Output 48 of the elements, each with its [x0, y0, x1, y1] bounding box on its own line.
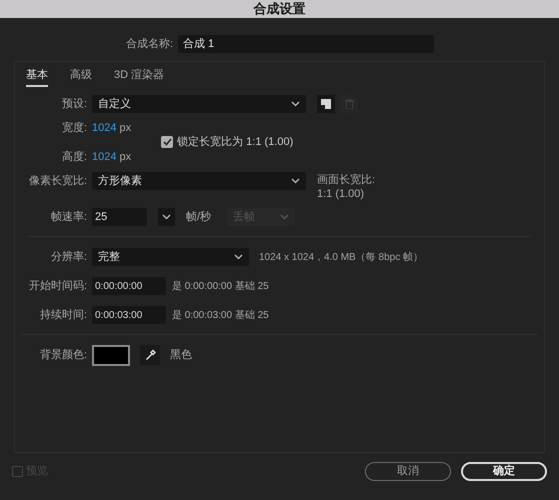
unit-label: px	[119, 150, 132, 165]
field-label: 分辨率:	[50, 250, 87, 265]
save-preset-button[interactable]	[317, 95, 335, 113]
settings-tab[interactable]: 3D 渲染器	[114, 67, 164, 87]
settings-tab[interactable]: 高级	[70, 67, 92, 87]
field-label: 像素长宽比:	[28, 174, 87, 189]
cancel-button[interactable]: 取消	[365, 462, 451, 481]
timecode-info: 是 0:00:03:00 基础 25	[172, 308, 269, 322]
trash-icon	[344, 99, 354, 109]
start-timecode-field[interactable]: 0:00:00:00	[92, 277, 166, 295]
duration-field[interactable]: 0:00:03:00	[92, 306, 166, 324]
chevron-down-icon	[162, 214, 171, 220]
field-label: 持续时间:	[38, 308, 87, 323]
chevron-down-icon	[234, 254, 243, 260]
resolution-info: 1024 x 1024，4.0 MB（每 8bpc 帧）	[259, 250, 423, 264]
resolution-dropdown[interactable]: 完整	[92, 248, 249, 266]
window-title: 合成设置	[254, 0, 306, 18]
field-label: 宽度:	[60, 120, 87, 136]
frame-rate-menu-button[interactable]	[158, 208, 175, 226]
field-label: 背景颜色:	[38, 348, 87, 363]
dimension-value[interactable]: 1024	[92, 148, 116, 166]
lock-aspect-checkbox[interactable]	[161, 136, 174, 148]
unit-label: 帧/秒	[186, 210, 212, 225]
eyedropper-button[interactable]	[140, 345, 160, 365]
field-label: 开始时间码:	[28, 278, 87, 294]
unit-label: px	[119, 120, 132, 136]
color-swatch[interactable]	[92, 344, 130, 366]
chevron-down-icon	[291, 101, 300, 107]
settings-tab[interactable]: 基本	[26, 67, 48, 87]
name-field[interactable]: 合成 1	[178, 35, 434, 53]
field-label: 画面长宽比:	[317, 173, 376, 187]
ok-button[interactable]: 确定	[461, 462, 547, 481]
field-label: 帧速率:	[50, 210, 87, 225]
save-icon	[321, 99, 331, 109]
chevron-down-icon	[291, 178, 300, 184]
pixel-aspect-dropdown[interactable]: 方形像素	[92, 172, 306, 190]
field-label: 高度:	[60, 150, 87, 165]
frame-aspect-value: 1:1 (1.00)	[317, 187, 366, 201]
timecode-info: 是 0:00:00:00 基础 25	[172, 280, 269, 294]
preset-dropdown[interactable]: 自定义	[92, 95, 306, 113]
frame-rate-field[interactable]: 25	[92, 208, 147, 226]
eyedropper-icon	[144, 349, 156, 361]
field-label: 合成名称:	[124, 36, 173, 52]
chevron-down-icon	[280, 214, 290, 220]
dimension-value[interactable]: 1024	[92, 120, 116, 136]
color-name: 黑色	[170, 348, 192, 363]
checkbox-label: 锁定长宽比为 1:1 (1.00)	[177, 134, 294, 150]
field-label: 预设:	[60, 96, 87, 112]
